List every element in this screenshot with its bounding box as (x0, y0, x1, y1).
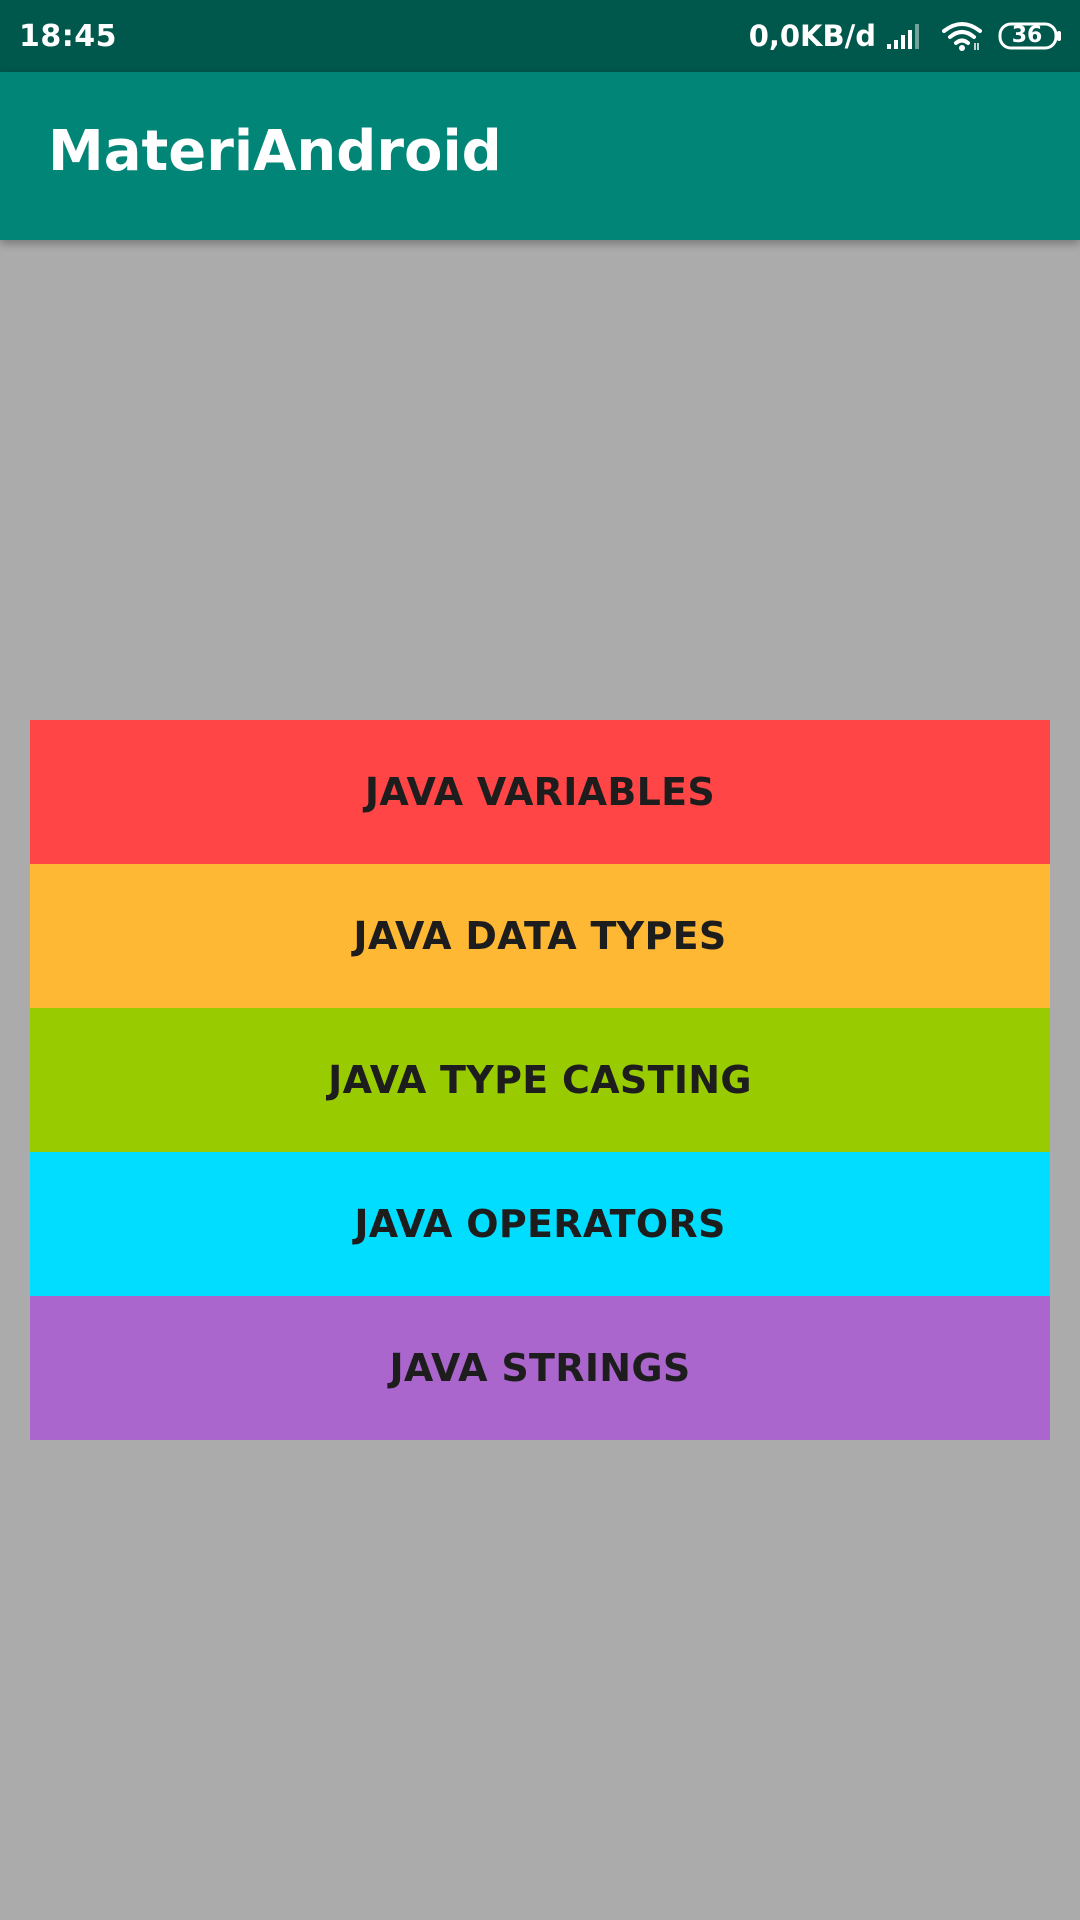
app-title: MateriAndroid (48, 118, 502, 184)
java-variables-button[interactable]: JAVA VARIABLES (30, 720, 1050, 864)
status-time: 18:45 (19, 18, 117, 54)
status-indicators: 0,0KB/d 36 (749, 0, 1062, 72)
java-data-types-button[interactable]: JAVA DATA TYPES (30, 864, 1050, 1008)
topic-menu: JAVA VARIABLES JAVA DATA TYPES JAVA TYPE… (30, 720, 1050, 1440)
java-type-casting-button[interactable]: JAVA TYPE CASTING (30, 1008, 1050, 1152)
status-bar: 18:45 0,0KB/d 36 (0, 0, 1080, 72)
battery-icon: 36 (998, 22, 1062, 50)
java-operators-button[interactable]: JAVA OPERATORS (30, 1152, 1050, 1296)
wifi-icon (942, 21, 982, 51)
signal-icon (886, 22, 924, 50)
network-speed: 0,0KB/d (748, 19, 876, 53)
app-bar: MateriAndroid (0, 72, 1080, 240)
battery-level: 36 (1011, 23, 1043, 48)
java-strings-button[interactable]: JAVA STRINGS (30, 1296, 1050, 1440)
